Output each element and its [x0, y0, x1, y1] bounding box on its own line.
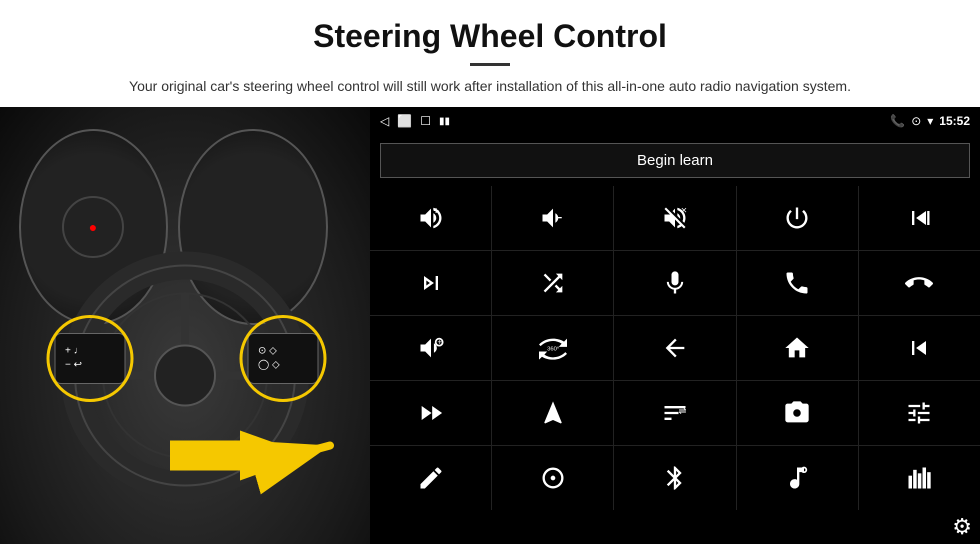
ctrl-tune[interactable]	[859, 381, 980, 445]
wifi-status-icon: ▾	[927, 114, 933, 128]
ctrl-back[interactable]	[614, 316, 735, 380]
status-left: ◁ ⬜ ☐ ▮▮	[380, 114, 450, 128]
ctrl-shuffle[interactable]	[492, 251, 613, 315]
svg-text:◯ ◇: ◯ ◇	[258, 360, 280, 371]
ctrl-camera[interactable]	[737, 381, 858, 445]
ctrl-next[interactable]	[370, 251, 491, 315]
ctrl-music[interactable]	[737, 446, 858, 510]
settings-row: ⚙	[370, 510, 980, 544]
svg-text:⊙ ◇: ⊙ ◇	[258, 346, 277, 357]
signal-icon: ▮▮	[439, 116, 450, 127]
svg-text:+: +	[437, 338, 442, 347]
content-area: ●	[0, 107, 980, 544]
svg-text:⇌: ⇌	[678, 406, 686, 416]
svg-text:−: −	[555, 212, 562, 225]
status-right: 📞 ⊙ ▾ 15:52	[890, 114, 970, 128]
ctrl-vol-up[interactable]: +	[370, 186, 491, 250]
svg-text:×: ×	[681, 204, 687, 216]
ctrl-mic[interactable]	[614, 251, 735, 315]
clock: 15:52	[939, 114, 970, 128]
phone-status-icon: 📞	[890, 114, 905, 128]
ctrl-pen[interactable]	[370, 446, 491, 510]
control-grid: + − ×	[370, 186, 980, 510]
ctrl-skip-back[interactable]	[859, 316, 980, 380]
back-nav-icon[interactable]: ◁	[380, 114, 389, 128]
subtitle: Your original car's steering wheel contr…	[100, 76, 880, 97]
ctrl-radio[interactable]	[492, 446, 613, 510]
steering-wheel-graphic: + ♩ − ↩ ⊙ ◇ ◯ ◇	[0, 107, 370, 544]
ctrl-horn[interactable]: +	[370, 316, 491, 380]
recent-nav-icon[interactable]: ☐	[420, 114, 431, 128]
ctrl-mute[interactable]: ×	[614, 186, 735, 250]
page-wrapper: Steering Wheel Control Your original car…	[0, 0, 980, 544]
ctrl-phone[interactable]	[737, 251, 858, 315]
ctrl-prev-track[interactable]	[859, 186, 980, 250]
ctrl-home[interactable]	[737, 316, 858, 380]
status-bar: ◁ ⬜ ☐ ▮▮ 📞 ⊙ ▾ 15:52	[370, 107, 980, 135]
svg-text:360°: 360°	[547, 346, 559, 352]
ctrl-nav[interactable]	[492, 381, 613, 445]
header-section: Steering Wheel Control Your original car…	[0, 0, 980, 107]
ctrl-power[interactable]	[737, 186, 858, 250]
ctrl-eq[interactable]: ⇌	[614, 381, 735, 445]
settings-button[interactable]: ⚙	[952, 514, 972, 540]
headunit-display: ◁ ⬜ ☐ ▮▮ 📞 ⊙ ▾ 15:52 Begin learn	[370, 107, 980, 544]
steering-wheel-panel: ●	[0, 107, 370, 544]
begin-learn-row: Begin learn	[370, 135, 980, 186]
location-status-icon: ⊙	[911, 114, 921, 128]
title-divider	[470, 63, 510, 66]
ctrl-bluetooth[interactable]	[614, 446, 735, 510]
page-title: Steering Wheel Control	[40, 18, 940, 55]
svg-text:− ↩: − ↩	[65, 360, 82, 371]
ctrl-vol-down[interactable]: −	[492, 186, 613, 250]
home-nav-icon[interactable]: ⬜	[397, 114, 412, 128]
ctrl-fast-fwd[interactable]	[370, 381, 491, 445]
steering-bg: ●	[0, 107, 370, 544]
begin-learn-button[interactable]: Begin learn	[380, 143, 970, 178]
ctrl-spectrum[interactable]	[859, 446, 980, 510]
svg-text:+ ♩: + ♩	[65, 346, 84, 357]
ctrl-hangup[interactable]	[859, 251, 980, 315]
ctrl-360[interactable]: 360°	[492, 316, 613, 380]
svg-text:+: +	[433, 205, 439, 215]
